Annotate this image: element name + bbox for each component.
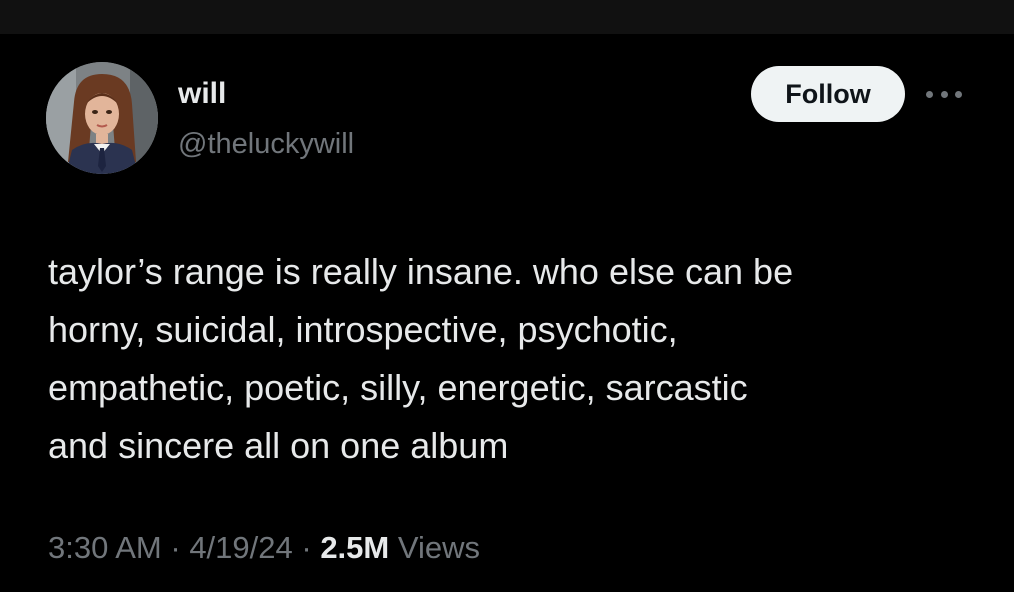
more-options-icon[interactable] xyxy=(926,82,962,106)
tweet-text-line: taylor’s range is really insane. who els… xyxy=(48,251,794,292)
dot-icon xyxy=(955,90,962,98)
profile-photo-icon xyxy=(46,62,158,174)
display-name[interactable]: will xyxy=(178,76,226,112)
meta-separator: · xyxy=(292,530,321,565)
views-label: Views xyxy=(389,530,480,565)
tweet-text-line: horny, suicidal, introspective, psychoti… xyxy=(48,309,678,350)
tweet-date[interactable]: 4/19/24 xyxy=(189,530,292,565)
tweet-time[interactable]: 3:30 AM xyxy=(48,530,162,565)
meta-separator: · xyxy=(161,530,190,565)
dot-icon xyxy=(940,90,948,98)
follow-button[interactable]: Follow xyxy=(751,66,905,122)
user-handle[interactable]: @theluckywill xyxy=(178,126,354,162)
views-count: 2.5M xyxy=(320,530,390,565)
top-bar xyxy=(0,0,1014,34)
avatar[interactable] xyxy=(46,62,158,174)
tweet-meta: 3:30 AM · 4/19/24 · 2.5M Views xyxy=(48,528,480,568)
tweet-text: taylor’s range is really insane. who els… xyxy=(48,243,968,475)
dot-icon xyxy=(926,90,933,98)
tweet-text-line: and sincere all on one album xyxy=(48,425,509,466)
tweet-text-line: empathetic, poetic, silly, energetic, sa… xyxy=(48,367,748,408)
